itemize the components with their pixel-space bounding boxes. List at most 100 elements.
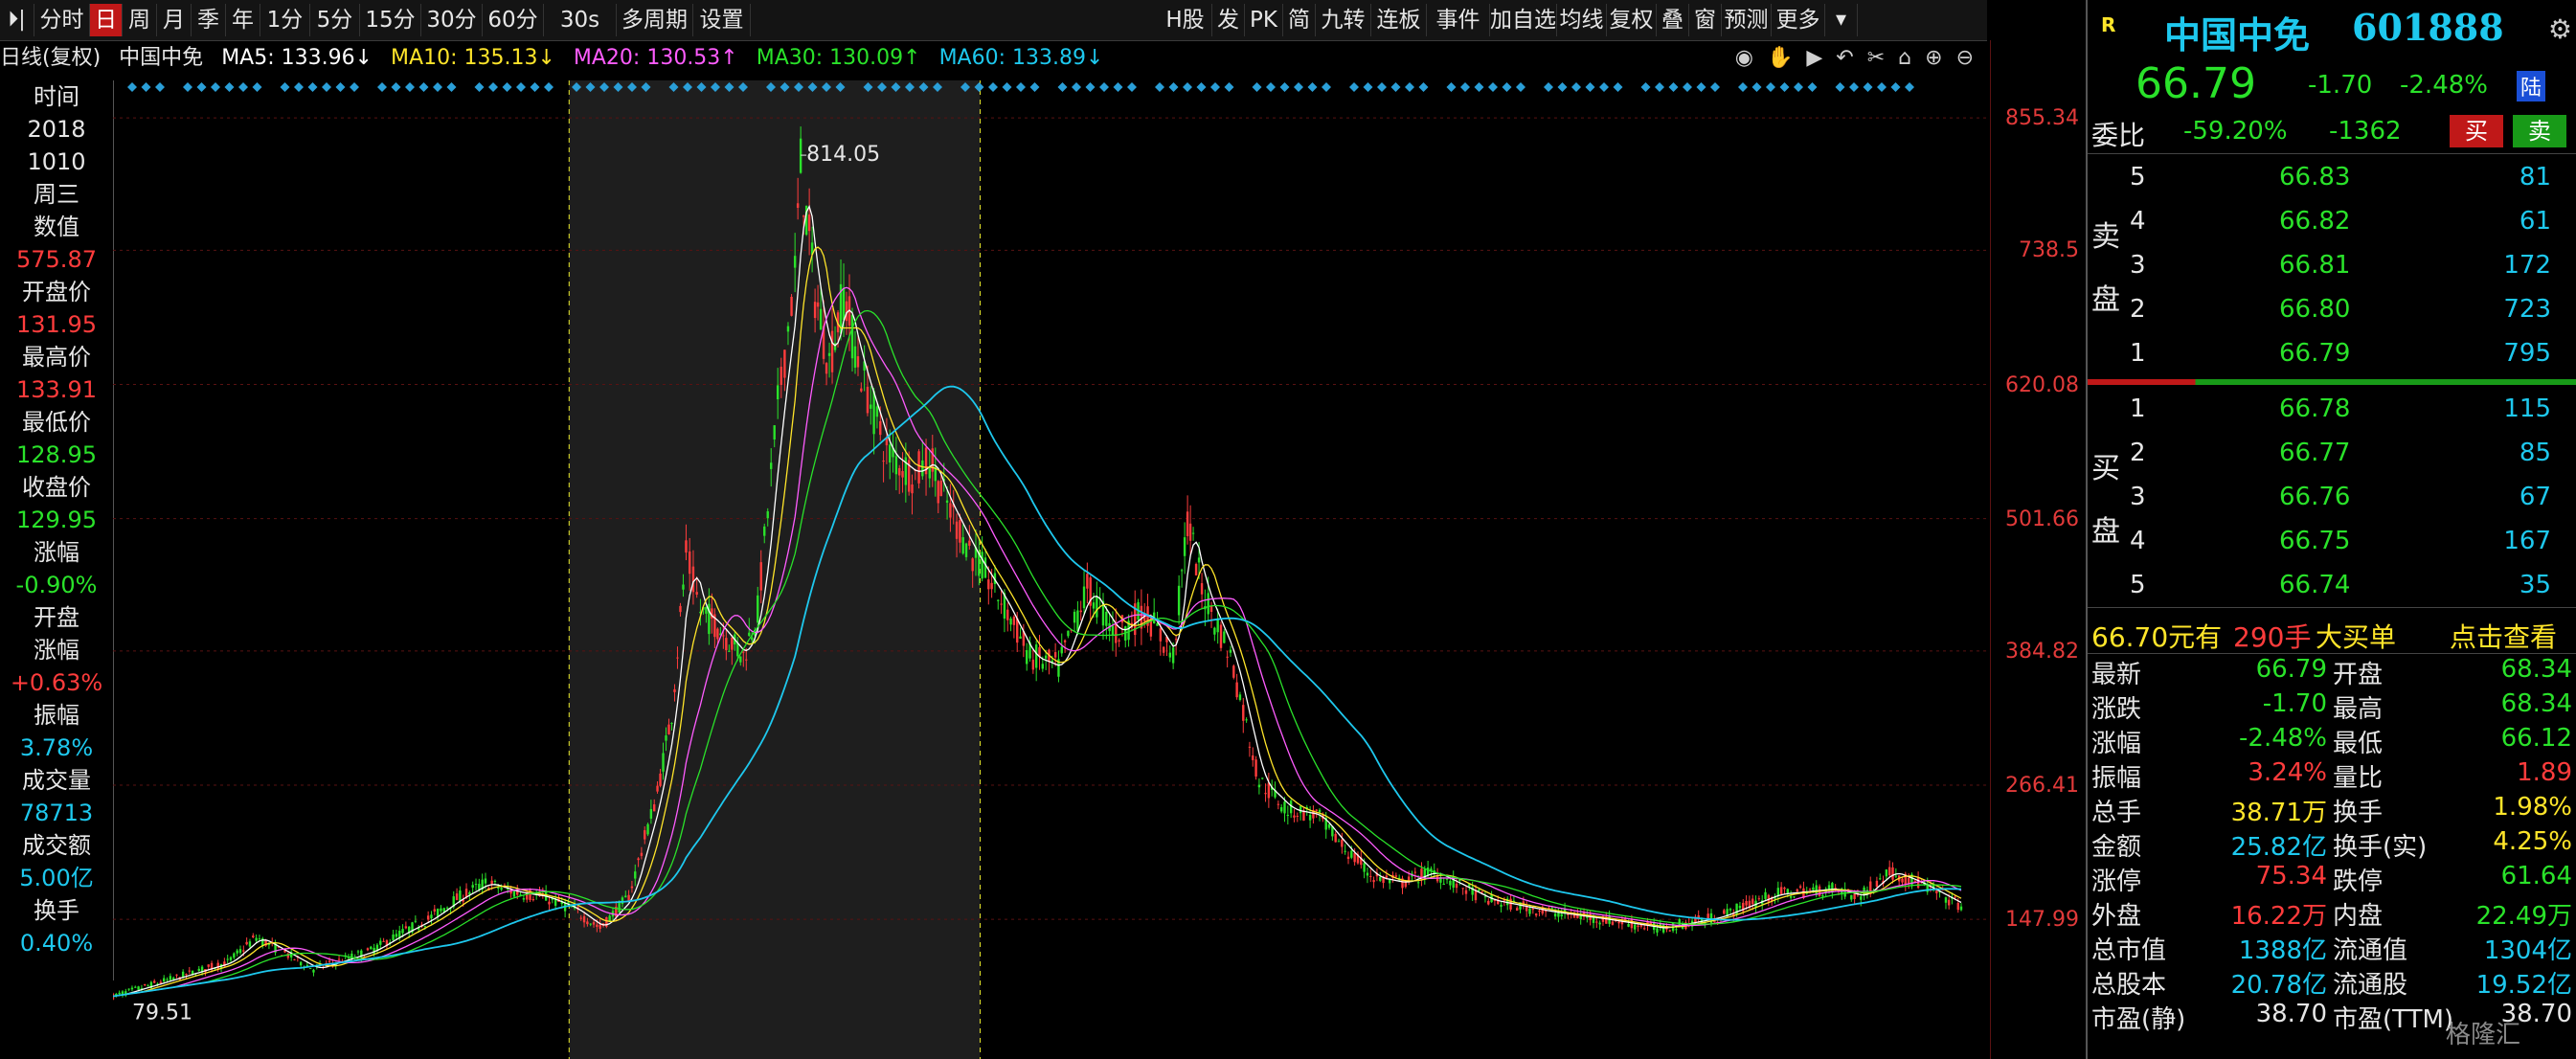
period-tab-13[interactable]: 设置	[693, 4, 751, 36]
event-marker[interactable]	[294, 82, 304, 92]
buy-button[interactable]: 买	[2450, 115, 2503, 147]
event-marker[interactable]	[307, 82, 318, 92]
period-tab-2[interactable]: 周	[123, 4, 157, 36]
event-marker[interactable]	[1446, 82, 1457, 92]
zoom-in-icon[interactable]: ⊕	[1925, 42, 1942, 75]
event-marker[interactable]	[530, 82, 540, 92]
tool-tab-12[interactable]: 预测	[1722, 4, 1772, 36]
event-marker[interactable]	[280, 82, 290, 92]
tool-tab-4[interactable]: 九转	[1316, 4, 1371, 36]
asks-price[interactable]: 66.82	[2279, 207, 2350, 236]
period-tab-0[interactable]: 分时	[34, 4, 90, 36]
period-tab-8[interactable]: 15分	[360, 4, 421, 36]
event-marker[interactable]	[1322, 82, 1331, 92]
tool-tab-11[interactable]: 窗	[1689, 4, 1722, 36]
event-marker[interactable]	[418, 82, 429, 92]
bids-price[interactable]: 66.78	[2279, 394, 2350, 423]
event-marker[interactable]	[474, 82, 485, 92]
event-marker[interactable]	[1279, 82, 1290, 92]
event-marker[interactable]	[988, 82, 998, 92]
event-marker[interactable]	[1544, 82, 1553, 92]
event-marker[interactable]	[1571, 82, 1581, 92]
event-marker[interactable]	[433, 82, 442, 92]
event-marker[interactable]	[1168, 82, 1179, 92]
event-marker[interactable]	[1294, 82, 1303, 92]
event-marker[interactable]	[488, 82, 498, 92]
event-marker[interactable]	[1349, 82, 1359, 92]
event-marker[interactable]	[1905, 82, 1914, 92]
eye-icon[interactable]: ◉	[1735, 42, 1753, 75]
event-marker[interactable]	[1016, 82, 1026, 92]
event-marker[interactable]	[405, 82, 415, 92]
tool-tab-7[interactable]: 加自选	[1490, 4, 1557, 36]
event-marker[interactable]	[1183, 82, 1192, 92]
event-marker[interactable]	[1196, 82, 1207, 92]
event-marker[interactable]	[1655, 82, 1664, 92]
event-marker[interactable]	[1029, 82, 1040, 92]
event-marker[interactable]	[1890, 82, 1901, 92]
play-icon[interactable]: ▶	[1806, 42, 1822, 75]
event-marker[interactable]	[1877, 82, 1887, 92]
event-marker[interactable]	[1155, 82, 1164, 92]
event-marker[interactable]	[1405, 82, 1414, 92]
event-marker[interactable]	[1307, 82, 1318, 92]
hand-icon[interactable]: ✋	[1767, 42, 1793, 75]
event-marker[interactable]	[391, 82, 401, 92]
tool-tab-1[interactable]: 发	[1212, 4, 1245, 36]
event-marker[interactable]	[1085, 82, 1096, 92]
event-marker[interactable]	[155, 82, 165, 92]
event-marker[interactable]	[1751, 82, 1762, 92]
event-marker[interactable]	[1683, 82, 1692, 92]
period-tab-7[interactable]: 5分	[310, 4, 360, 36]
event-marker[interactable]	[350, 82, 359, 92]
event-marker[interactable]	[252, 82, 262, 92]
kline-chart[interactable]: 814.05 79.51	[113, 80, 1990, 1059]
event-marker[interactable]	[1113, 82, 1123, 92]
event-marker[interactable]	[1516, 82, 1525, 92]
event-marker[interactable]	[1002, 82, 1012, 92]
event-marker[interactable]	[1224, 82, 1234, 92]
bids-price[interactable]: 66.77	[2279, 439, 2350, 467]
period-tab-1[interactable]: 日	[90, 4, 123, 36]
event-marker[interactable]	[1738, 82, 1748, 92]
event-marker[interactable]	[1849, 82, 1859, 92]
event-marker[interactable]	[1794, 82, 1803, 92]
event-marker[interactable]	[1766, 82, 1775, 92]
event-marker[interactable]	[1696, 82, 1706, 92]
event-marker[interactable]	[1863, 82, 1873, 92]
event-marker[interactable]	[1057, 82, 1068, 92]
event-marker[interactable]	[1779, 82, 1790, 92]
period-tab-10[interactable]: 60分	[483, 4, 544, 36]
sell-button[interactable]: 卖	[2513, 115, 2566, 147]
event-marker[interactable]	[1252, 82, 1262, 92]
event-marker[interactable]	[1488, 82, 1498, 92]
event-marker[interactable]	[1557, 82, 1568, 92]
asks-price[interactable]: 66.79	[2279, 339, 2350, 368]
event-marker[interactable]	[183, 82, 192, 92]
bids-price[interactable]: 66.75	[2279, 527, 2350, 555]
event-marker[interactable]	[1377, 82, 1387, 92]
event-marker[interactable]	[1474, 82, 1484, 92]
event-marker[interactable]	[1390, 82, 1401, 92]
period-tab-9[interactable]: 30分	[421, 4, 483, 36]
event-marker[interactable]	[446, 82, 457, 92]
event-marker[interactable]	[141, 82, 151, 92]
undo-icon[interactable]: ↶	[1836, 42, 1853, 75]
event-marker[interactable]	[1363, 82, 1373, 92]
event-marker[interactable]	[1585, 82, 1595, 92]
event-marker[interactable]	[1099, 82, 1109, 92]
event-marker[interactable]	[1460, 82, 1470, 92]
asks-price[interactable]: 66.80	[2279, 295, 2350, 324]
period-tab-5[interactable]: 年	[226, 4, 260, 36]
bids-price[interactable]: 66.76	[2279, 483, 2350, 511]
event-marker[interactable]	[1210, 82, 1220, 92]
event-marker[interactable]	[238, 82, 248, 92]
event-marker[interactable]	[224, 82, 235, 92]
event-marker[interactable]	[1710, 82, 1720, 92]
period-tab-4[interactable]: 季	[192, 4, 226, 36]
big-order-link[interactable]: 点击查看	[2450, 617, 2557, 655]
event-marker[interactable]	[322, 82, 331, 92]
tool-tab-6[interactable]: 事件	[1427, 4, 1490, 36]
zoom-out-icon[interactable]: ⊖	[1956, 42, 1974, 75]
event-marker[interactable]	[211, 82, 220, 92]
